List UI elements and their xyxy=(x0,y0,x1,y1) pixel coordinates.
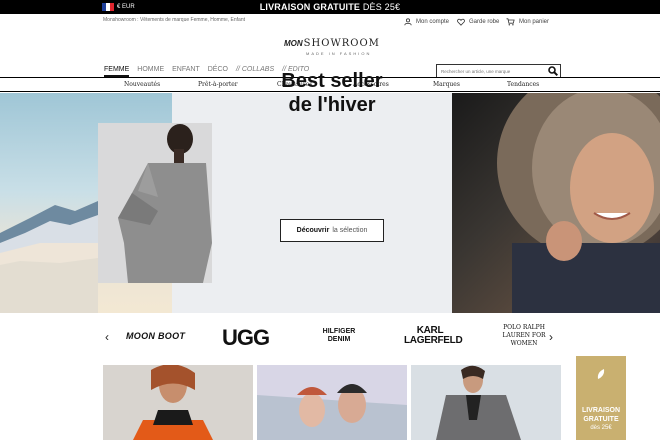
carousel-prev-arrow-icon[interactable]: ‹ xyxy=(105,330,109,344)
heart-icon xyxy=(457,18,465,26)
site-tagline: Monshowroom : Vêtements de marque Femme,… xyxy=(103,17,246,23)
brand-polo-ralph-lauren[interactable]: POLO RALPH LAUREN FOR WOMEN xyxy=(500,324,548,348)
promo-rest-text: DÈS 25€ xyxy=(362,2,401,12)
promo-card-line1: LIVRAISON xyxy=(581,407,621,414)
product-image-1 xyxy=(133,365,213,440)
nav-item-homme[interactable]: HOMME xyxy=(137,66,164,77)
cart-icon xyxy=(506,18,515,26)
brand-carousel: ‹ MOON BOOT UGG HILFIGER DENIM KARL LAGE… xyxy=(100,320,560,356)
hero-center-panel xyxy=(172,93,452,313)
logo-wordmark: MONSHOWROOM xyxy=(284,38,380,49)
search-icon xyxy=(548,66,558,76)
product-tile-1[interactable] xyxy=(103,365,253,440)
brand-karl-lagerfeld[interactable]: KARL LAGERFELD xyxy=(404,326,463,346)
brand-moon-boot[interactable]: MOON BOOT xyxy=(126,331,185,341)
promo-bold-text: LIVRAISON GRATUITE xyxy=(259,2,361,12)
search-button[interactable] xyxy=(546,65,560,77)
free-delivery-card[interactable]: LIVRAISON GRATUITE dès 25€ xyxy=(576,356,626,440)
hero-model-image xyxy=(98,123,212,283)
user-icon xyxy=(404,18,412,26)
nav-item-deco[interactable]: DÉCO xyxy=(208,66,228,77)
account-label: Mon compte xyxy=(416,19,450,25)
subnav-item-nouveautes[interactable]: Nouveautés xyxy=(124,81,160,88)
subnav-item-pret-a-porter[interactable]: Prêt-à-porter xyxy=(198,81,238,88)
site-logo[interactable]: MONSHOWROOM MADE IN FASHION xyxy=(284,38,404,56)
brand-hilfiger-denim[interactable]: HILFIGER DENIM xyxy=(314,328,364,344)
product-image-2 xyxy=(257,365,407,427)
product-tile-2[interactable] xyxy=(257,365,407,440)
brand-ugg[interactable]: UGG xyxy=(222,325,270,351)
discover-selection-button[interactable]: Découvrir la sélection xyxy=(280,219,384,242)
subnav-item-marques[interactable]: Marques xyxy=(433,81,460,88)
promo-banner[interactable]: LIVRAISON GRATUITE DÈS 25€ xyxy=(0,2,660,12)
subnav-item-tendances[interactable]: Tendances xyxy=(507,81,539,88)
search-input[interactable] xyxy=(437,65,546,77)
cart-link[interactable]: Mon panier xyxy=(506,18,549,26)
hero-title: Best seller de l'hiver xyxy=(281,70,383,116)
product-image-3 xyxy=(436,365,521,440)
cart-label: Mon panier xyxy=(519,19,550,25)
search-box xyxy=(436,64,561,78)
promo-card-line3: dès 25€ xyxy=(590,425,612,431)
carousel-next-arrow-icon[interactable]: › xyxy=(549,330,553,344)
logo-subtitle: MADE IN FASHION xyxy=(306,51,372,56)
promo-card-line2: GRATUITE xyxy=(583,416,619,423)
product-tile-3[interactable] xyxy=(411,365,561,440)
hero-fur-hood-image xyxy=(452,93,660,313)
top-bar: € EUR LIVRAISON GRATUITE DÈS 25€ xyxy=(0,0,660,14)
wardrobe-label: Garde robe xyxy=(469,19,500,25)
nav-item-enfant[interactable]: ENFANT xyxy=(172,66,200,77)
leaf-icon xyxy=(597,369,605,379)
nav-item-femme[interactable]: FEMME xyxy=(104,66,130,77)
hero-banner[interactable] xyxy=(0,93,660,313)
wardrobe-link[interactable]: Garde robe xyxy=(457,18,499,26)
account-link[interactable]: Mon compte xyxy=(404,18,449,26)
